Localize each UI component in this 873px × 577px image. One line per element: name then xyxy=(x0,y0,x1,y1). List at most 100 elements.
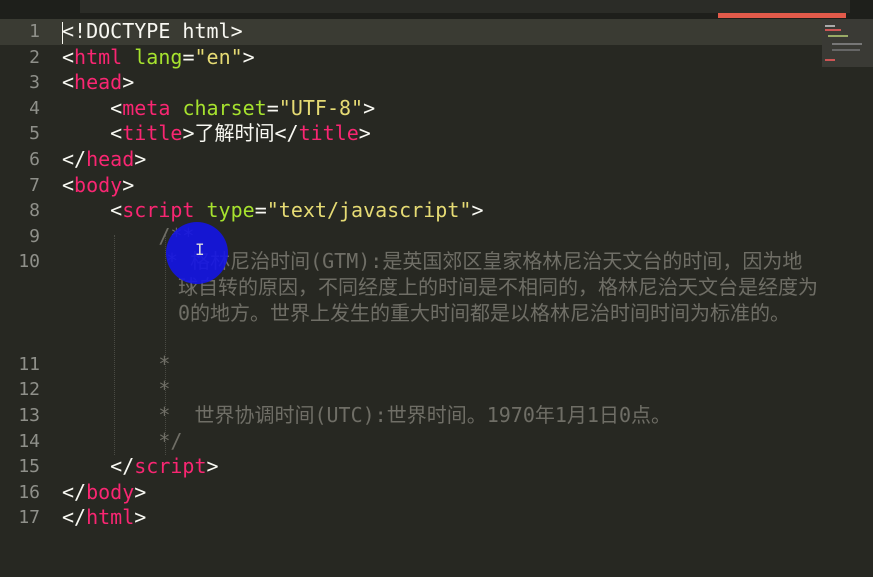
code-content: <title>了解时间</title> xyxy=(62,121,371,147)
code-line[interactable]: 8 <script type="text/javascript"> xyxy=(0,198,822,224)
token-text: = xyxy=(266,95,279,120)
line-number: 17 xyxy=(18,507,40,529)
token-attr: lang xyxy=(134,44,183,69)
code-line[interactable]: 12 * xyxy=(0,377,822,403)
line-number: 2 xyxy=(29,46,40,68)
tab-bar[interactable] xyxy=(80,0,850,13)
code-content: </body> xyxy=(62,480,146,506)
code-line[interactable]: 17 </html> xyxy=(0,505,822,531)
code-line[interactable]: 5 <title>了解时间</title> xyxy=(0,121,822,147)
title-bar xyxy=(0,0,873,19)
token-text: > xyxy=(122,172,135,197)
code-content: <head> xyxy=(62,70,134,96)
token-tag: body xyxy=(86,479,135,504)
code-content: <meta charset="UTF-8"> xyxy=(62,96,375,122)
token-tag: title xyxy=(122,121,183,146)
code-content: </script> xyxy=(62,454,218,480)
code-content: <script type="text/javascript"> xyxy=(62,198,483,224)
code-content: * xyxy=(62,352,170,378)
line-number: 10 xyxy=(18,251,40,273)
line-number: 15 xyxy=(18,456,40,478)
code-content: </head> xyxy=(62,147,146,173)
token-text: > xyxy=(363,95,376,120)
line-number: 7 xyxy=(29,174,40,196)
code-line[interactable]: 16 </body> xyxy=(0,480,822,506)
token-str: "text/javascript" xyxy=(266,198,472,223)
token-attr: type xyxy=(206,198,255,223)
line-number: 13 xyxy=(18,404,40,426)
token-text: > xyxy=(134,505,147,530)
code-editor[interactable]: 1 <!DOCTYPE html> 2 <html lang="en"> 3 <head>… xyxy=(0,19,822,577)
minimap-line xyxy=(832,49,860,51)
code-content: </html> xyxy=(62,505,146,531)
minimap-line xyxy=(832,43,862,45)
token-cm: * xyxy=(62,377,171,402)
code-content: * 世界协调时间(UTC):世界时间。1970年1月1日0点。 xyxy=(62,403,671,429)
token-cm: */ xyxy=(62,428,183,453)
code-line[interactable]: 6 </head> xyxy=(0,147,822,173)
token-tag: head xyxy=(86,146,135,171)
token-tag: script xyxy=(134,454,207,479)
token-text: > xyxy=(471,198,484,223)
code-line[interactable]: 10 * 格林尼治时间(GTM):是英国郊区皇家格林尼治天文台的时间，因为地球自转… xyxy=(0,249,822,351)
code-line[interactable]: 11 * xyxy=(0,352,822,378)
text-cursor xyxy=(62,22,63,44)
token-tag: html xyxy=(86,505,135,530)
token-tag: body xyxy=(74,172,123,197)
token-text: >了解时间</ xyxy=(182,121,299,146)
token-text: = xyxy=(182,44,195,69)
line-number: 9 xyxy=(29,225,40,247)
active-tab-indicator[interactable] xyxy=(718,13,846,18)
token-str: "en" xyxy=(194,44,243,69)
line-number: 11 xyxy=(18,353,40,375)
minimap-line xyxy=(825,25,835,27)
token-text: > xyxy=(134,479,147,504)
code-content: * 格林尼治时间(GTM):是英国郊区皇家格林尼治天文台的时间，因为地球自转的原… xyxy=(166,249,820,326)
token-text: > xyxy=(242,44,255,69)
token-text: > xyxy=(134,146,147,171)
code-content: <html lang="en"> xyxy=(62,45,255,71)
line-number: 8 xyxy=(29,200,40,222)
token-text: </ xyxy=(62,505,87,530)
code-content: */ xyxy=(62,429,182,455)
code-line[interactable]: 15 </script> xyxy=(0,454,822,480)
token-text: < xyxy=(62,121,123,146)
line-number: 1 xyxy=(29,21,40,42)
code-line[interactable]: 9 /** xyxy=(0,224,822,250)
token-tag: script xyxy=(122,198,195,223)
code-line[interactable]: 2 <html lang="en"> xyxy=(0,45,822,71)
token-attr: charset xyxy=(182,95,267,120)
line-number: 14 xyxy=(18,430,40,452)
token-tag: html xyxy=(74,44,123,69)
token-text: < xyxy=(62,44,75,69)
token-tag: title xyxy=(298,121,359,146)
token-str: "UTF-8" xyxy=(278,95,364,120)
code-line[interactable]: 14 */ xyxy=(0,429,822,455)
code-line[interactable]: 7 <body> xyxy=(0,173,822,199)
token-text: > xyxy=(122,70,135,95)
token-tag: head xyxy=(74,70,123,95)
token-text: = xyxy=(254,198,267,223)
code-content: <body> xyxy=(62,173,134,199)
code-line[interactable]: 3 <head> xyxy=(0,70,822,96)
code-line[interactable]: 13 * 世界协调时间(UTC):世界时间。1970年1月1日0点。 xyxy=(0,403,822,429)
minimap-line xyxy=(825,59,835,61)
minimap[interactable] xyxy=(822,19,873,577)
token-text: < xyxy=(62,70,75,95)
code-line[interactable]: 1 <!DOCTYPE html> xyxy=(0,19,822,45)
code-content: * xyxy=(62,377,170,403)
token-text: </ xyxy=(62,146,87,171)
line-number: 12 xyxy=(18,379,40,401)
token-cm: * 格林尼治时间(GTM):是英国郊区皇家格林尼治天文台的时间，因为地球自转的原… xyxy=(166,249,818,325)
token-text: <!DOCTYPE html> xyxy=(62,19,243,43)
code-line[interactable]: 4 <meta charset="UTF-8"> xyxy=(0,96,822,122)
line-number: 16 xyxy=(18,481,40,503)
token-text: </ xyxy=(62,479,87,504)
line-number: 5 xyxy=(29,123,40,145)
code-content: <!DOCTYPE html> xyxy=(62,19,243,45)
token-text: > xyxy=(358,121,371,146)
token-text: < xyxy=(62,198,123,223)
